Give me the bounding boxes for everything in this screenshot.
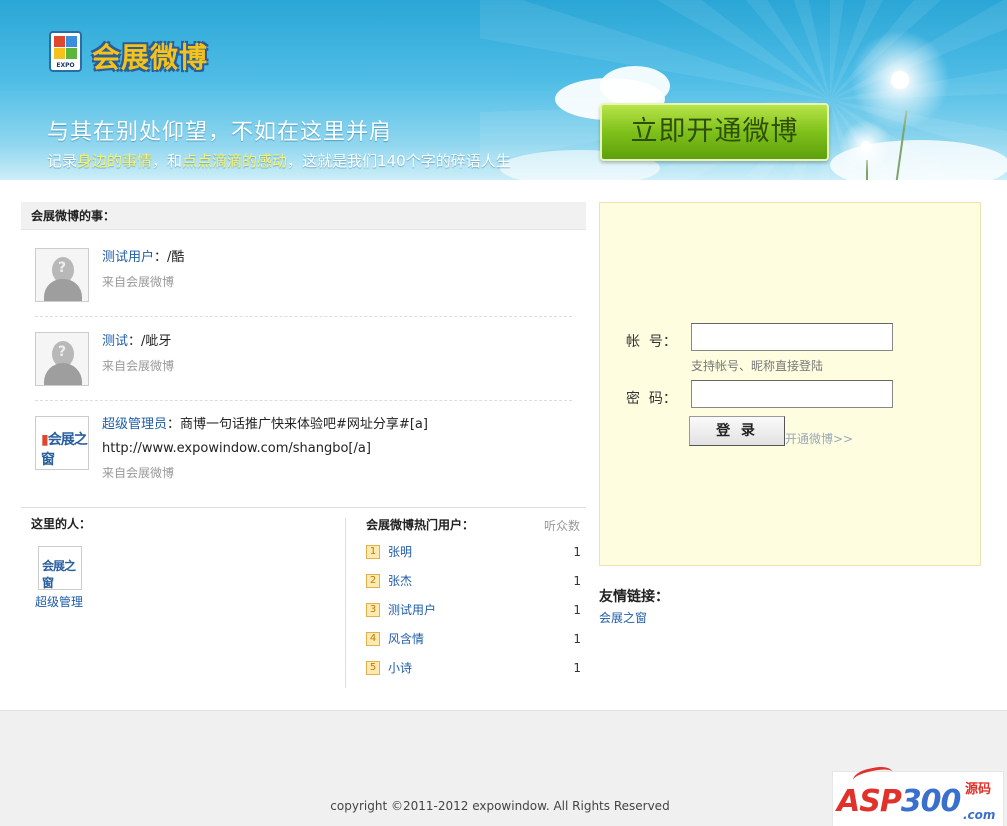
- watermark-side-text: 源码: [965, 782, 992, 797]
- hot-user-link[interactable]: 张明: [388, 543, 412, 561]
- hot-user-row: 1 张明 1: [366, 543, 581, 561]
- rank-badge: 3: [366, 603, 380, 617]
- password-input[interactable]: [691, 380, 893, 408]
- post-content: /呲牙: [141, 334, 172, 349]
- post-user-link[interactable]: 测试: [102, 334, 128, 349]
- post-content: /酷: [167, 250, 185, 265]
- login-button[interactable]: 登 录: [689, 416, 785, 446]
- feed-post: ? 测试：/呲牙 来自会展微博: [35, 332, 575, 388]
- expo-window-logo-icon: ▮会展之窗: [41, 432, 88, 468]
- hot-users-title: 会展微博热门用户：: [366, 518, 475, 532]
- divider: [345, 518, 346, 688]
- dandelion-icon: [850, 30, 950, 130]
- logo-badge: EXPO: [56, 62, 75, 69]
- feed-title: 会展微博的事：: [21, 202, 586, 230]
- post-user-link[interactable]: 超级管理员: [102, 417, 167, 432]
- rank-badge: 2: [366, 574, 380, 588]
- slogan-sub: 记录身边的事情，和点点滴滴的感动，这就是我们140个字的碎语人生: [47, 152, 511, 170]
- hot-user-count: 1: [573, 661, 581, 675]
- post-source: 来自会展微博: [102, 275, 175, 289]
- rank-badge: 5: [366, 661, 380, 675]
- avatar[interactable]: ▮会展之窗: [35, 416, 89, 470]
- hot-user-row: 4 风含情 1: [366, 630, 581, 648]
- open-weibo-button[interactable]: 立即开通微博: [600, 103, 829, 161]
- post-source: 来自会展微博: [102, 466, 175, 480]
- rank-badge: 1: [366, 545, 380, 559]
- hot-user-link[interactable]: 测试用户: [388, 601, 436, 619]
- hot-user-count: 1: [573, 545, 581, 559]
- hot-user-count: 1: [573, 574, 581, 588]
- account-hint: 支持帐号、昵称直接登陆: [691, 359, 824, 373]
- friend-links-title: 友情链接：: [599, 589, 669, 605]
- fans-header: 听众数: [544, 519, 581, 533]
- account-input[interactable]: [691, 323, 893, 351]
- hot-user-link[interactable]: 张杰: [388, 572, 412, 590]
- friend-link[interactable]: 会展之窗: [599, 609, 647, 626]
- post-user-link[interactable]: 测试用户: [102, 250, 154, 265]
- account-label: 帐 号：: [626, 334, 677, 350]
- people-title: 这里的人：: [31, 517, 92, 531]
- divider: [21, 507, 586, 508]
- divider: [35, 400, 572, 401]
- hot-user-count: 1: [573, 632, 581, 646]
- feed-post: ? 测试用户：/酷 来自会展微博: [35, 248, 575, 304]
- dandelion-icon: [840, 120, 892, 172]
- header-banner: EXPO 会展微博 与其在别处仰望，不如在这里并肩 记录身边的事情，和点点滴滴的…: [0, 0, 1007, 180]
- watermark-com-text: .com: [963, 808, 996, 822]
- password-label: 密 码：: [626, 391, 677, 407]
- hot-user-link[interactable]: 小诗: [388, 659, 412, 677]
- register-link[interactable]: 开通微博>>: [785, 430, 853, 447]
- rank-badge: 4: [366, 632, 380, 646]
- expo-window-logo-icon: 会展之窗: [42, 559, 76, 590]
- people-name-link[interactable]: 超级管理: [35, 593, 83, 610]
- post-source: 来自会展微博: [102, 359, 175, 373]
- hot-user-count: 1: [573, 603, 581, 617]
- hot-user-link[interactable]: 风含情: [388, 630, 424, 648]
- expo-logo-icon[interactable]: EXPO: [49, 31, 82, 72]
- hot-user-row: 3 测试用户 1: [366, 601, 581, 619]
- avatar[interactable]: ?: [35, 332, 89, 386]
- feed-post: ▮会展之窗 超级管理员：商博一句话推广快来体验吧#网址分享#[a] http:/…: [35, 416, 575, 486]
- avatar[interactable]: ?: [35, 248, 89, 302]
- slogan-main: 与其在别处仰望，不如在这里并肩: [47, 120, 393, 145]
- hot-user-row: 5 小诗 1: [366, 659, 581, 677]
- cloud-decoration: [600, 66, 670, 106]
- hot-user-row: 2 张杰 1: [366, 572, 581, 590]
- footer: copyright ©2011-2012 expowindow. All Rig…: [0, 710, 1007, 826]
- divider: [35, 316, 572, 317]
- avatar[interactable]: 会展之窗: [38, 546, 82, 590]
- asp300-logo-icon[interactable]: ASP300 源码 .com: [832, 764, 1004, 826]
- site-logo-text[interactable]: 会展微博: [92, 36, 208, 76]
